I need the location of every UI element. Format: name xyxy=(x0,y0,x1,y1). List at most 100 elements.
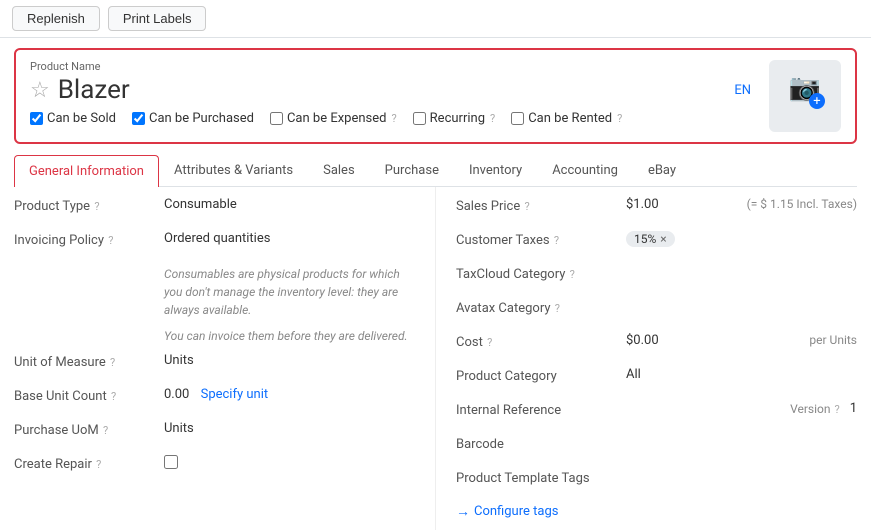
base-unit-count-label: Base Unit Count ? xyxy=(14,387,164,404)
avatax-category-label: Avatax Category ? xyxy=(456,299,626,316)
tab-ebay[interactable]: eBay xyxy=(633,154,691,186)
purchase-uom-value[interactable]: Units xyxy=(164,421,415,436)
sales-price-label: Sales Price ? xyxy=(456,197,626,214)
invoicing-policy-label: Invoicing Policy ? xyxy=(14,231,164,248)
expensed-help-icon: ? xyxy=(391,112,396,125)
product-template-tags-row: Product Template Tags xyxy=(456,469,857,493)
product-category-label: Product Category xyxy=(456,367,626,384)
recurring-help-icon: ? xyxy=(490,112,495,125)
arrow-right-icon: → xyxy=(456,503,470,520)
base-unit-count-row: Base Unit Count ? 0.00 Specify unit xyxy=(14,387,415,411)
tax-badge: 15% × xyxy=(626,231,675,247)
tab-attributes-variants[interactable]: Attributes & Variants xyxy=(159,154,308,186)
product-type-row: Product Type ? Consumable xyxy=(14,197,415,221)
product-type-help-icon: ? xyxy=(94,200,99,213)
invoicing-policy-help-icon: ? xyxy=(108,234,113,247)
can-be-purchased-label: Can be Purchased xyxy=(149,111,254,126)
customer-taxes-label: Customer Taxes ? xyxy=(456,231,626,248)
product-header-left: Product Name ☆ Blazer EN Can be Sold Can… xyxy=(30,60,755,126)
product-category-value[interactable]: All xyxy=(626,367,857,382)
configure-tags-label: Configure tags xyxy=(474,504,558,519)
base-unit-count-value: 0.00 Specify unit xyxy=(164,387,415,402)
product-flags-row: Can be Sold Can be Purchased Can be Expe… xyxy=(30,111,755,126)
product-image[interactable]: 📷 + xyxy=(769,60,841,132)
unit-of-measure-value[interactable]: Units xyxy=(164,353,415,368)
tab-bar: General Information Attributes & Variant… xyxy=(14,154,857,187)
product-type-label: Product Type ? xyxy=(14,197,164,214)
barcode-label: Barcode xyxy=(456,435,626,452)
configure-tags-row: → Configure tags xyxy=(456,503,857,520)
create-repair-checkbox[interactable] xyxy=(164,455,178,469)
version-help-icon: ? xyxy=(834,403,839,416)
favorite-star-icon[interactable]: ☆ xyxy=(30,78,50,103)
sales-price-help-icon: ? xyxy=(524,200,529,213)
tax-badge-value: 15% xyxy=(634,232,656,246)
product-name-label: Product Name xyxy=(30,60,755,73)
recurring-checkbox[interactable]: Recurring ? xyxy=(413,111,496,126)
product-name: Blazer xyxy=(58,75,130,105)
can-be-expensed-input[interactable] xyxy=(270,112,283,125)
rented-help-icon: ? xyxy=(617,112,622,125)
tab-purchase[interactable]: Purchase xyxy=(370,154,454,186)
taxcloud-category-row: TaxCloud Category ? xyxy=(456,265,857,289)
tab-inventory[interactable]: Inventory xyxy=(454,154,537,186)
create-repair-row: Create Repair ? xyxy=(14,455,415,479)
can-be-purchased-input[interactable] xyxy=(132,112,145,125)
create-repair-help-icon: ? xyxy=(96,458,101,471)
tab-general-information[interactable]: General Information xyxy=(14,155,159,187)
sales-price-value[interactable]: $1.00 xyxy=(626,197,739,212)
version-label: Version ? xyxy=(790,402,840,416)
create-repair-label: Create Repair ? xyxy=(14,455,164,472)
product-category-row: Product Category All xyxy=(456,367,857,391)
avatax-category-row: Avatax Category ? xyxy=(456,299,857,323)
recurring-label: Recurring xyxy=(430,111,485,126)
can-be-expensed-label: Can be Expensed xyxy=(287,111,387,126)
create-repair-value xyxy=(164,455,415,473)
configure-tags-link[interactable]: → Configure tags xyxy=(456,503,857,520)
add-photo-icon: + xyxy=(809,93,825,109)
product-type-value[interactable]: Consumable xyxy=(164,197,415,212)
left-column: Product Type ? Consumable Invoicing Poli… xyxy=(14,187,436,530)
avatax-help-icon: ? xyxy=(555,302,560,315)
cost-help-icon: ? xyxy=(487,336,492,349)
taxcloud-category-label: TaxCloud Category ? xyxy=(456,265,626,282)
right-column: Sales Price ? $1.00 (= $ 1.15 Incl. Taxe… xyxy=(436,187,857,530)
can-be-sold-checkbox[interactable]: Can be Sold xyxy=(30,111,116,126)
print-labels-button[interactable]: Print Labels xyxy=(108,6,207,31)
invoicing-policy-value[interactable]: Ordered quantities xyxy=(164,231,415,246)
tab-accounting[interactable]: Accounting xyxy=(537,154,633,186)
can-be-rented-checkbox[interactable]: Can be Rented ? xyxy=(511,111,622,126)
invoicing-policy-row: Invoicing Policy ? Ordered quantities xyxy=(14,231,415,255)
sales-price-incl-taxes: (= $ 1.15 Incl. Taxes) xyxy=(747,197,857,211)
can-be-purchased-checkbox[interactable]: Can be Purchased xyxy=(132,111,254,126)
cost-unit: per Units xyxy=(809,333,857,347)
base-unit-help-icon: ? xyxy=(111,390,116,403)
product-template-tags-label: Product Template Tags xyxy=(456,469,626,486)
unit-of-measure-label: Unit of Measure ? xyxy=(14,353,164,370)
replenish-button[interactable]: Replenish xyxy=(12,6,100,31)
consumable-desc2: You can invoice them before they are del… xyxy=(164,327,415,345)
purchase-uom-help-icon: ? xyxy=(103,424,108,437)
cost-label: Cost ? xyxy=(456,333,626,350)
can-be-sold-input[interactable] xyxy=(30,112,43,125)
tax-badge-remove-icon[interactable]: × xyxy=(660,232,666,246)
can-be-rented-input[interactable] xyxy=(511,112,524,125)
main-content: Product Type ? Consumable Invoicing Poli… xyxy=(0,187,871,530)
unit-of-measure-row: Unit of Measure ? Units xyxy=(14,353,415,377)
customer-taxes-help-icon: ? xyxy=(554,234,559,247)
cost-value[interactable]: $0.00 xyxy=(626,333,801,348)
language-badge[interactable]: EN xyxy=(730,81,755,100)
recurring-input[interactable] xyxy=(413,112,426,125)
customer-taxes-row: Customer Taxes ? 15% × xyxy=(456,231,857,255)
purchase-uom-row: Purchase UoM ? Units xyxy=(14,421,415,445)
consumable-desc1: Consumables are physical products for wh… xyxy=(164,265,415,319)
version-number: 1 xyxy=(850,401,857,416)
internal-reference-row: Internal Reference Version ? 1 xyxy=(456,401,857,425)
specify-unit-link[interactable]: Specify unit xyxy=(201,387,269,402)
customer-taxes-value: 15% × xyxy=(626,231,857,247)
product-header: Product Name ☆ Blazer EN Can be Sold Can… xyxy=(14,48,857,144)
can-be-sold-label: Can be Sold xyxy=(47,111,116,126)
tab-sales[interactable]: Sales xyxy=(308,154,370,186)
can-be-expensed-checkbox[interactable]: Can be Expensed ? xyxy=(270,111,397,126)
taxcloud-help-icon: ? xyxy=(570,268,575,281)
